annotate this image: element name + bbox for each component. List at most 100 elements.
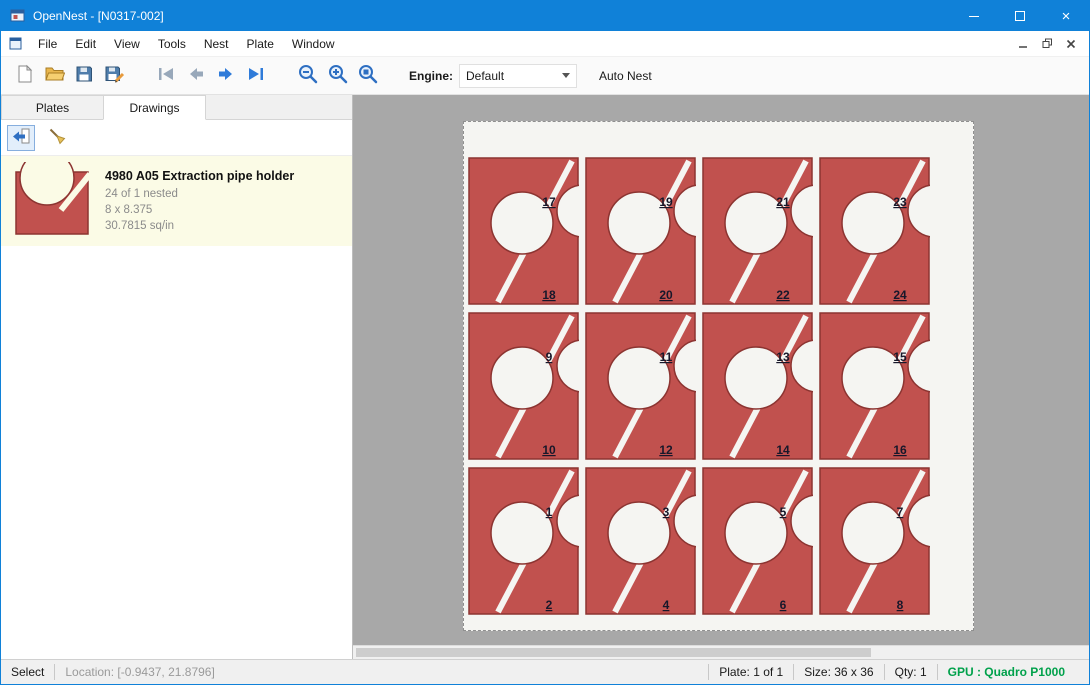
nav-last-icon: [246, 65, 266, 86]
broom-icon: [47, 126, 67, 149]
horizontal-scrollbar-thumb[interactable]: [356, 648, 871, 657]
main-toolbar: Engine: Default Auto Nest: [1, 57, 1089, 95]
part-number-top: 23: [893, 195, 907, 209]
title-bar: OpenNest - [N0317-002] ×: [1, 1, 1089, 31]
save-edit-icon: [104, 64, 125, 87]
menu-bar: File Edit View Tools Nest Plate Window: [1, 31, 1089, 57]
status-location: Location: [-0.9437, 21.8796]: [55, 660, 224, 684]
engine-value: Default: [466, 69, 562, 83]
drawing-list-empty-area: [1, 246, 352, 659]
new-file-icon: [14, 64, 34, 87]
menu-item-plate[interactable]: Plate: [238, 31, 283, 57]
save-edit-button[interactable]: [99, 61, 129, 91]
status-gpu: GPU : Quadro P1000: [938, 660, 1075, 684]
part-number-top: 19: [659, 195, 673, 209]
open-folder-button[interactable]: [39, 61, 69, 91]
status-plate: Plate: 1 of 1: [709, 660, 793, 684]
nav-last-button[interactable]: [241, 61, 271, 91]
nested-part-pair[interactable]: 23 24: [819, 157, 930, 305]
status-size: Size: 36 x 36: [794, 660, 883, 684]
menu-item-tools[interactable]: Tools: [149, 31, 195, 57]
part-number-bottom: 22: [776, 288, 790, 302]
nested-part-pair[interactable]: 21 22: [702, 157, 813, 305]
part-number-bottom: 14: [776, 443, 790, 457]
part-number-top: 21: [776, 195, 790, 209]
part-number-bottom: 20: [659, 288, 673, 302]
document-icon: [9, 37, 23, 51]
nested-part-pair[interactable]: 13 14: [702, 312, 813, 460]
status-qty: Qty: 1: [885, 660, 937, 684]
sidebar-toolbar: [1, 120, 352, 156]
drawing-dimensions: 8 x 8.375: [105, 202, 294, 218]
zoom-out-icon: [297, 63, 319, 88]
zoom-in-button[interactable]: [323, 61, 353, 91]
clear-broom-button[interactable]: [43, 125, 71, 151]
part-number-top: 13: [776, 350, 790, 364]
save-button[interactable]: [69, 61, 99, 91]
part-number-top: 5: [780, 505, 787, 519]
mdi-close-button[interactable]: [1059, 34, 1083, 54]
nest-parts: 171819202122232491011121314151612345678: [464, 122, 973, 630]
window-title: OpenNest - [N0317-002]: [33, 9, 164, 23]
part-number-bottom: 10: [542, 443, 556, 457]
part-number-bottom: 4: [663, 598, 670, 612]
part-number-top: 15: [893, 350, 907, 364]
zoom-in-icon: [327, 63, 349, 88]
part-number-bottom: 24: [893, 288, 907, 302]
engine-select[interactable]: Default: [459, 64, 577, 88]
part-number-top: 7: [897, 505, 904, 519]
nested-part-pair[interactable]: 1920: [585, 157, 696, 305]
zoom-out-button[interactable]: [293, 61, 323, 91]
nested-part-pair[interactable]: 34: [585, 467, 696, 615]
auto-nest-button[interactable]: Auto Nest: [593, 65, 658, 87]
menu-item-file[interactable]: File: [29, 31, 66, 57]
drawing-nested-count: 24 of 1 nested: [105, 186, 294, 202]
horizontal-scrollbar[interactable]: [353, 645, 1089, 659]
new-file-button[interactable]: [9, 61, 39, 91]
part-number-bottom: 6: [780, 598, 787, 612]
nav-first-icon: [156, 65, 176, 86]
menu-item-nest[interactable]: Nest: [195, 31, 238, 57]
menu-item-edit[interactable]: Edit: [66, 31, 105, 57]
menu-item-view[interactable]: View: [105, 31, 149, 57]
tab-plates[interactable]: Plates: [1, 95, 104, 119]
drawing-list-item[interactable]: 4980 A05 Extraction pipe holder 24 of 1 …: [1, 156, 352, 246]
minimize-button[interactable]: [951, 1, 997, 31]
nested-part-pair[interactable]: 1516: [819, 312, 930, 460]
menu-item-window[interactable]: Window: [283, 31, 344, 57]
part-number-bottom: 16: [893, 443, 907, 457]
part-number-top: 3: [663, 505, 670, 519]
import-drawing-icon: [11, 126, 31, 149]
nested-part-pair[interactable]: 910: [468, 312, 579, 460]
part-number-top: 1: [546, 505, 553, 519]
mdi-minimize-button[interactable]: [1011, 34, 1035, 54]
zoom-fit-icon: [357, 63, 379, 88]
maximize-button[interactable]: [997, 1, 1043, 31]
nested-part-pair[interactable]: 78: [819, 467, 930, 615]
nav-next-button[interactable]: [211, 61, 241, 91]
nested-part-pair[interactable]: 56: [702, 467, 813, 615]
close-icon: ×: [1062, 9, 1071, 24]
zoom-fit-button[interactable]: [353, 61, 383, 91]
sidebar-tabstrip: Plates Drawings: [1, 95, 352, 120]
status-bar: Select Location: [-0.9437, 21.8796] Plat…: [1, 659, 1089, 684]
close-button[interactable]: ×: [1043, 1, 1089, 31]
part-number-bottom: 2: [546, 598, 553, 612]
nesting-canvas[interactable]: 171819202122232491011121314151612345678: [353, 95, 1089, 659]
sidebar: Plates Drawings: [1, 95, 353, 659]
nav-first-button[interactable]: [151, 61, 181, 91]
save-icon: [74, 64, 94, 87]
nested-part-pair[interactable]: 1718: [468, 157, 579, 305]
import-drawing-button[interactable]: [7, 125, 35, 151]
plate-sheet[interactable]: 171819202122232491011121314151612345678: [463, 121, 974, 631]
drawing-thumbnail: [9, 161, 97, 241]
tab-drawings[interactable]: Drawings: [103, 95, 206, 120]
nav-prev-button[interactable]: [181, 61, 211, 91]
mdi-restore-button[interactable]: [1035, 34, 1059, 54]
drawing-area: 30.7815 sq/in: [105, 218, 294, 234]
nested-part-pair[interactable]: 1112: [585, 312, 696, 460]
drawing-title: 4980 A05 Extraction pipe holder: [105, 169, 294, 183]
part-number-bottom: 8: [897, 598, 904, 612]
nested-part-pair[interactable]: 12: [468, 467, 579, 615]
nav-next-icon: [216, 65, 236, 86]
